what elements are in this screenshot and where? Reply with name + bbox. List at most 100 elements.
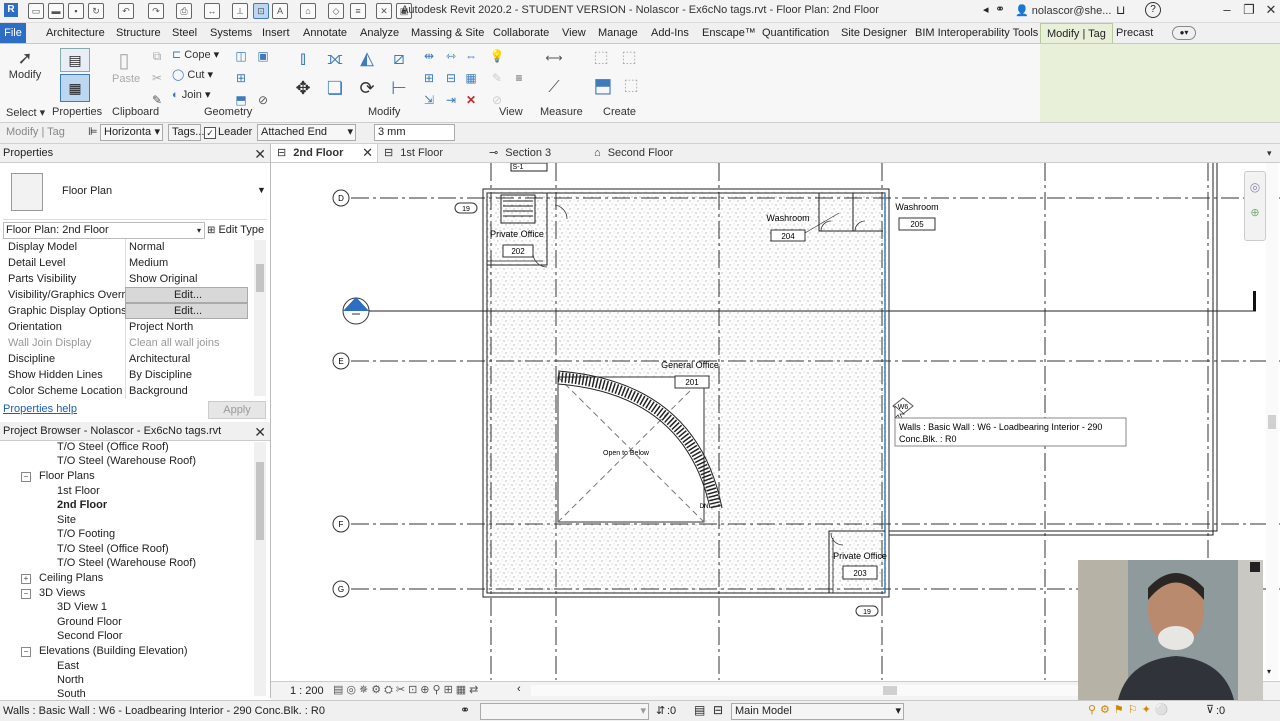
- orientation-select[interactable]: Horizonta ▾: [100, 124, 163, 141]
- type-properties-button[interactable]: ▤: [60, 48, 90, 72]
- ribbon-toggle-icon[interactable]: ●▾: [1172, 26, 1196, 40]
- unpin-pin-icon[interactable]: ⇥: [440, 90, 462, 110]
- create-parts-icon[interactable]: ⬚: [620, 76, 642, 96]
- user-account[interactable]: 👤 nolascor@she...: [1015, 4, 1111, 17]
- offset-icon[interactable]: ⟗: [322, 48, 348, 72]
- browser-item[interactable]: T/O Steel (Warehouse Roof): [57, 557, 196, 569]
- tab-view[interactable]: View: [556, 23, 592, 43]
- collapse-icon[interactable]: −: [21, 472, 31, 482]
- delete-icon[interactable]: ✕: [460, 90, 482, 110]
- cut-clipboard-icon[interactable]: ✂: [146, 68, 168, 88]
- measure-along-icon[interactable]: ⟋: [540, 78, 568, 98]
- close-icon[interactable]: ✕: [254, 423, 266, 441]
- tab-massing-site[interactable]: Massing & Site: [405, 23, 490, 43]
- mirror-draw-icon[interactable]: ⧄: [386, 48, 412, 72]
- tabs-menu-icon[interactable]: ▾: [1267, 144, 1272, 162]
- navigation-bar[interactable]: ◎ ⊕: [1244, 171, 1266, 241]
- prop-row[interactable]: Detail Level Medium: [3, 255, 241, 271]
- unpin-all-icon[interactable]: ▦: [460, 68, 482, 88]
- modify-tool[interactable]: ➚ Modify: [8, 48, 42, 94]
- restore-button[interactable]: ❐: [1238, 2, 1260, 18]
- view-scale[interactable]: 1 : 200: [290, 685, 324, 697]
- leader-attach-select[interactable]: Attached End ▾: [257, 124, 356, 141]
- design-options-icon-2[interactable]: ⊟: [713, 703, 723, 717]
- close-icon[interactable]: ✕: [362, 144, 373, 162]
- tab-bim-interoperability[interactable]: BIM Interoperability Tools: [909, 23, 1044, 43]
- browser-scrollbar[interactable]: [254, 442, 266, 696]
- browser-item[interactable]: Second Floor: [57, 630, 122, 642]
- prop-row[interactable]: Graphic Display Options Edit...: [3, 303, 248, 319]
- selection-filters-icon[interactable]: ⚲⚙⚑⚐✦⚪: [1088, 703, 1173, 716]
- browser-item[interactable]: T/O Steel (Warehouse Roof): [57, 455, 196, 467]
- prop-row[interactable]: Visibility/Graphics Overr... Edit...: [3, 287, 248, 303]
- hide-view-icon[interactable]: 💡: [486, 46, 508, 66]
- mirror-axis-icon[interactable]: ◭: [354, 48, 380, 72]
- properties-button[interactable]: ▦: [60, 74, 90, 102]
- move-icon[interactable]: ✥: [290, 78, 316, 102]
- tags-button[interactable]: Tags...: [168, 124, 204, 141]
- worksets-select[interactable]: ▾: [480, 703, 649, 720]
- browser-item[interactable]: Elevations (Building Elevation): [39, 645, 188, 657]
- wall-joins-icon[interactable]: ⊞: [230, 68, 252, 88]
- copy-clipboard-icon[interactable]: ⧉: [146, 46, 168, 66]
- steering-wheel-icon[interactable]: ◎: [1245, 180, 1265, 194]
- browser-item-active[interactable]: 2nd Floor: [57, 499, 107, 511]
- tab-section-3[interactable]: ⊸ Section 3: [489, 144, 551, 162]
- tab-collaborate[interactable]: Collaborate: [487, 23, 555, 43]
- zoom-icon[interactable]: ⊕: [1245, 206, 1265, 219]
- canvas-scrollbar[interactable]: [1266, 163, 1278, 680]
- linework-icon[interactable]: ⊘: [252, 90, 274, 110]
- collapse-icon[interactable]: −: [21, 647, 31, 657]
- properties-help-link[interactable]: Properties help: [3, 403, 77, 415]
- design-option-select[interactable]: Main Model ▾: [731, 703, 904, 720]
- collapse-icon[interactable]: −: [21, 589, 31, 599]
- edit-type-button[interactable]: ⊞ Edit Type: [207, 222, 264, 239]
- type-selector[interactable]: Floor Plan ▼: [3, 165, 267, 220]
- worksets-icon[interactable]: ⚭: [460, 703, 470, 717]
- cope-button[interactable]: ⊏ Cope ▾: [172, 46, 219, 64]
- create-similar-icon[interactable]: ⬚: [590, 48, 612, 68]
- tab-site-designer[interactable]: Site Designer: [835, 23, 913, 43]
- browser-item[interactable]: East: [57, 660, 79, 672]
- properties-scrollbar[interactable]: [254, 240, 266, 396]
- tab-analyze[interactable]: Analyze: [354, 23, 405, 43]
- array-icon[interactable]: ⊞: [418, 68, 440, 88]
- prop-row[interactable]: Parts Visibility Show Original: [3, 271, 241, 287]
- join-button[interactable]: ◐ Join ▾: [172, 86, 210, 104]
- tab-modify-tag[interactable]: Modify | Tag: [1040, 23, 1113, 43]
- gdo-edit-button[interactable]: Edit...: [125, 303, 248, 319]
- copy-icon[interactable]: ❏: [322, 78, 348, 102]
- close-icon[interactable]: ✕: [254, 145, 266, 163]
- split-icon[interactable]: ⇹: [418, 46, 440, 66]
- vg-edit-button[interactable]: Edit...: [125, 287, 248, 303]
- scale-icon[interactable]: ⇲: [418, 90, 440, 110]
- browser-item[interactable]: Ceiling Plans: [39, 572, 103, 584]
- tab-second-floor[interactable]: ⌂ Second Floor: [594, 144, 673, 162]
- scroll-down-icon[interactable]: ▾: [1267, 667, 1271, 676]
- pin-icon[interactable]: ⇿: [440, 46, 462, 66]
- scroll-left-icon[interactable]: ‹: [517, 683, 521, 695]
- tab-structure[interactable]: Structure: [110, 23, 167, 43]
- align-icon[interactable]: ⫾: [290, 48, 316, 72]
- browser-item[interactable]: Site: [57, 514, 76, 526]
- tab-annotate[interactable]: Annotate: [297, 23, 353, 43]
- override-graphics-icon[interactable]: ✎: [486, 68, 508, 88]
- group-select[interactable]: Select ▾: [6, 106, 45, 119]
- prop-row[interactable]: Wall Join Display Clean all wall joins: [3, 335, 241, 351]
- unpin-icon[interactable]: ⊟: [440, 68, 462, 88]
- measure-between-icon[interactable]: ⟷: [540, 48, 568, 68]
- prop-row[interactable]: Orientation Project North: [3, 319, 241, 335]
- webcam-close-icon[interactable]: [1250, 562, 1260, 572]
- split-face-icon[interactable]: ◫: [230, 46, 252, 66]
- browser-item[interactable]: North: [57, 674, 84, 686]
- prop-row[interactable]: Color Scheme Location Background: [3, 383, 241, 399]
- minimize-button[interactable]: –: [1216, 2, 1238, 17]
- browser-item[interactable]: 3D View 1: [57, 601, 107, 613]
- tab-insert[interactable]: Insert: [256, 23, 296, 43]
- tab-add-ins[interactable]: Add-Ins: [645, 23, 695, 43]
- browser-item[interactable]: T/O Steel (Office Roof): [57, 441, 169, 453]
- tab-architecture[interactable]: Architecture: [40, 23, 111, 43]
- search-arrows-icon[interactable]: ◂: [983, 3, 989, 16]
- tab-2nd-floor[interactable]: ⊟ 2nd Floor ✕: [271, 144, 378, 162]
- expand-icon[interactable]: +: [21, 574, 31, 584]
